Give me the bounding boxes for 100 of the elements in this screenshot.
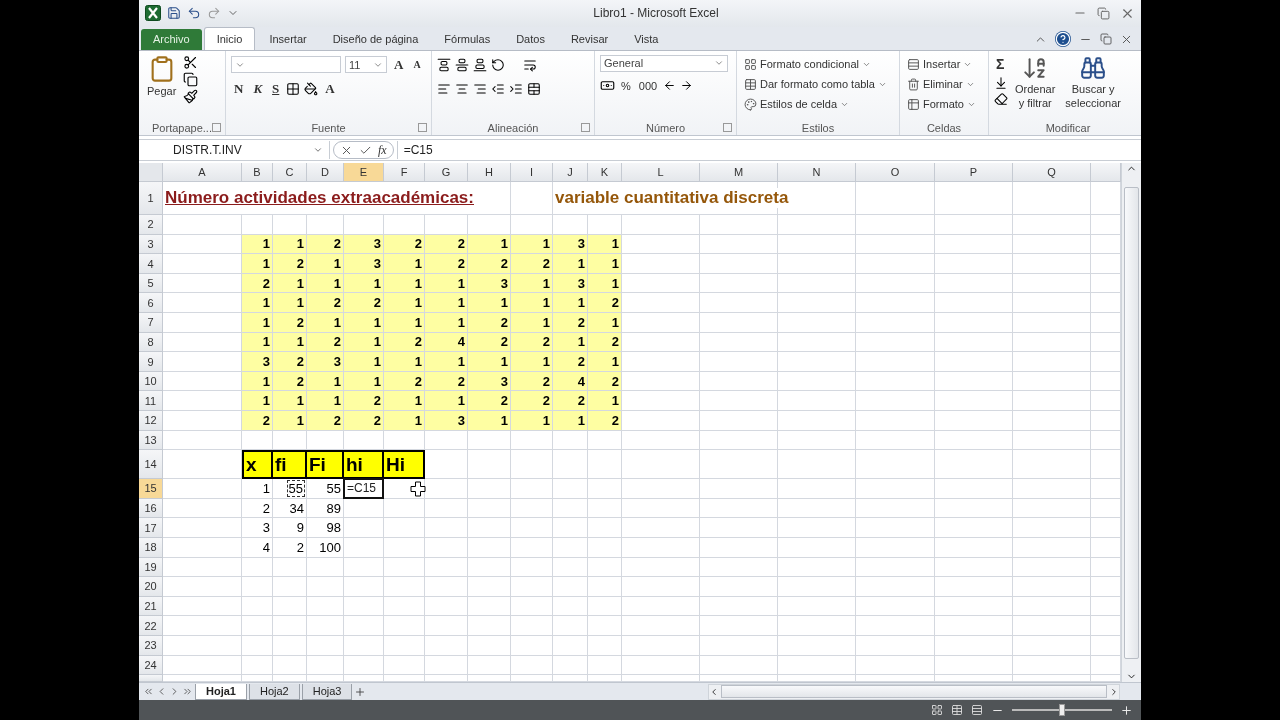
grid-cell[interactable]: 2 [511, 254, 553, 274]
grid-cell[interactable] [935, 332, 1013, 353]
grid-cell[interactable] [700, 557, 778, 578]
column-header[interactable]: O [856, 163, 935, 183]
grid-cell[interactable] [1091, 332, 1121, 353]
grid-cell[interactable] [163, 675, 242, 683]
grid-cell[interactable]: 3 [344, 234, 384, 255]
grid-cell[interactable] [1091, 479, 1121, 499]
grid-cell[interactable]: 1 [242, 313, 273, 333]
grid-cell[interactable] [1013, 450, 1091, 480]
horizontal-scrollbar[interactable] [708, 683, 1120, 700]
grid-cell[interactable] [511, 557, 553, 578]
row-header[interactable]: 10 [139, 371, 163, 392]
grid-cell[interactable] [700, 293, 778, 314]
sheet-tab[interactable]: Hoja2 [248, 683, 300, 700]
grid-cell[interactable] [1091, 557, 1121, 578]
grid-cell[interactable] [856, 655, 935, 676]
grid-cell[interactable] [1091, 655, 1121, 676]
row-header[interactable]: 11 [139, 391, 163, 411]
grid-cell[interactable] [588, 616, 622, 636]
grid-cell[interactable] [856, 498, 935, 519]
grid-cell[interactable] [778, 215, 856, 235]
grid-cell[interactable]: 100 [307, 537, 344, 558]
scroll-right-icon[interactable] [1109, 686, 1119, 697]
row-header[interactable]: 7 [139, 313, 163, 333]
grid-cell[interactable] [588, 498, 622, 519]
autosum-button[interactable]: Σ [994, 54, 1008, 74]
row-header[interactable]: 22 [139, 616, 163, 636]
grid-cell[interactable] [307, 596, 344, 617]
grid-cell[interactable] [344, 430, 384, 451]
grid-cell[interactable] [425, 596, 468, 617]
grid-cell[interactable]: 1 [425, 352, 468, 372]
grid-cell[interactable] [425, 675, 468, 683]
grid-cell[interactable]: 89 [307, 498, 344, 519]
grid-cell[interactable]: 2 [588, 332, 622, 353]
grid-cell[interactable] [425, 479, 468, 499]
grid-cell[interactable] [468, 498, 511, 519]
grid-cell[interactable] [468, 616, 511, 636]
scrollbar-thumb[interactable] [1124, 186, 1139, 659]
redo-icon[interactable] [207, 6, 221, 21]
grid-cell[interactable]: 3 [242, 352, 273, 372]
grid-cell[interactable] [588, 430, 622, 451]
grid-cell[interactable] [1091, 577, 1121, 597]
grid-cell[interactable] [778, 498, 856, 519]
grid-cell[interactable] [425, 450, 468, 480]
grid-cell[interactable] [344, 655, 384, 676]
grid-cell[interactable]: hi [344, 450, 384, 480]
grid-cell[interactable]: 1 [468, 411, 511, 431]
grid-cell[interactable] [163, 293, 242, 314]
grid-cell[interactable]: 2 [511, 391, 553, 411]
grid-cell[interactable]: 1 [553, 254, 588, 274]
grid-cell[interactable] [273, 557, 307, 578]
grid-cell[interactable] [856, 430, 935, 451]
grid-cell[interactable]: 2 [468, 332, 511, 353]
grid-cell[interactable] [1013, 675, 1091, 683]
grid-cell[interactable] [778, 655, 856, 676]
grid-cell[interactable] [384, 557, 425, 578]
grid-cell[interactable] [163, 596, 242, 617]
column-header[interactable]: K [588, 163, 622, 183]
grid-cell[interactable]: 1 [588, 273, 622, 294]
grid-cell[interactable] [1013, 596, 1091, 617]
grid-cell[interactable] [273, 675, 307, 683]
grid-cell[interactable]: 2 [344, 293, 384, 314]
grow-font-button[interactable]: A [391, 56, 407, 73]
grid-cell[interactable] [935, 293, 1013, 314]
grid-cell[interactable]: 1 [511, 273, 553, 294]
grid-cell[interactable] [273, 596, 307, 617]
grid-cell[interactable] [622, 430, 700, 451]
grid-cell[interactable]: 1 [242, 293, 273, 314]
grid-cell[interactable] [468, 635, 511, 656]
grid-cell[interactable]: 3 [553, 273, 588, 294]
grid-cell[interactable] [242, 215, 273, 235]
zoom-thumb[interactable] [1059, 704, 1065, 717]
save-icon[interactable] [167, 6, 181, 21]
grid-cell[interactable] [553, 577, 588, 597]
grid-cell[interactable] [700, 313, 778, 333]
row-header[interactable]: 14 [139, 450, 163, 480]
grid-cell[interactable] [622, 537, 700, 558]
grid-cell[interactable] [1013, 498, 1091, 519]
grid-cell[interactable] [856, 371, 935, 392]
grid-cell[interactable] [307, 655, 344, 676]
thousands-button[interactable]: 000 [636, 76, 660, 96]
grid-cell[interactable] [622, 557, 700, 578]
grid-cell[interactable]: 1 [468, 293, 511, 314]
grid-cell[interactable] [511, 577, 553, 597]
wrap-text-icon[interactable] [523, 57, 537, 72]
grid-cell[interactable] [1091, 596, 1121, 617]
dialog-launcher-icon[interactable] [581, 123, 590, 133]
grid-cell[interactable] [856, 352, 935, 372]
grid-cell[interactable] [163, 557, 242, 578]
grid-cell[interactable]: 1 [242, 391, 273, 411]
column-header[interactable]: L [622, 163, 700, 183]
grid-cell[interactable] [384, 616, 425, 636]
grid-cell[interactable] [700, 675, 778, 683]
grid-cell[interactable] [1091, 313, 1121, 333]
grid-cell[interactable]: 2 [384, 234, 425, 255]
grid-cell[interactable] [856, 332, 935, 353]
decrease-indent-icon[interactable] [491, 81, 505, 96]
grid-cell[interactable]: 1 [588, 234, 622, 255]
grid-cell[interactable]: x [242, 450, 273, 480]
